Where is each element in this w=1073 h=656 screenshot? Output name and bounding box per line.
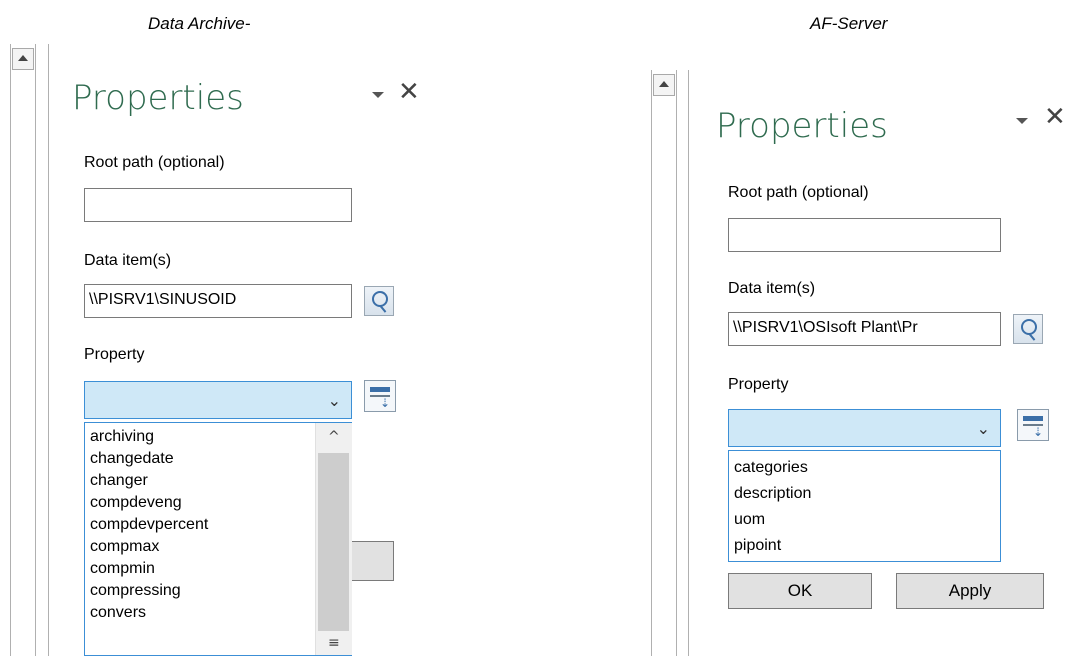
pane-border [48,44,49,656]
gutter-border [676,70,677,656]
close-icon[interactable]: ✕ [398,79,420,105]
property-dropdown-list[interactable]: categories description uom pipoint [728,450,1001,562]
left-properties-pane: Properties ✕ Root path (optional) Data i… [0,0,460,656]
pane-title: Properties [72,78,244,118]
gutter-border [35,44,36,656]
list-item[interactable]: pipoint [734,536,781,556]
list-item[interactable]: changer [90,471,148,491]
data-items-label: Data item(s) [84,252,172,269]
list-item[interactable]: compressing [90,581,181,601]
dropdown-pin-icon[interactable] [372,92,384,98]
pane-title: Properties [716,106,888,146]
list-item[interactable]: compdeveng [90,493,182,513]
list-item[interactable]: compdevpercent [90,515,208,535]
list-item[interactable]: changedate [90,449,174,469]
scroll-up-icon[interactable] [12,48,34,70]
add-to-list-icon[interactable]: ⇣ [1017,409,1049,441]
scroll-up-icon[interactable] [653,74,675,96]
scrollbar-thumb[interactable] [318,453,349,631]
list-item[interactable]: compmax [90,537,159,557]
list-item[interactable]: categories [734,458,808,478]
scroll-up-icon[interactable]: ^ [328,429,340,445]
list-item[interactable]: archiving [90,427,154,447]
hidden-button-edge [350,541,394,581]
data-items-input[interactable]: \\PISRV1\SINUSOID [84,284,352,318]
search-icon[interactable] [1013,314,1043,344]
list-item[interactable]: uom [734,510,765,530]
right-properties-pane: Properties ✕ Root path (optional) Data i… [640,0,1073,656]
close-icon[interactable]: ✕ [1044,104,1066,130]
property-dropdown-list[interactable]: archiving changedate changer compdeveng … [84,422,352,656]
search-icon[interactable] [364,286,394,316]
property-combo[interactable]: ⌄ [84,381,352,419]
list-item[interactable]: description [734,484,811,504]
dropdown-scrollbar[interactable]: ^ ≡ [315,423,352,655]
gutter-border [651,70,652,656]
ok-button[interactable]: OK [728,573,872,609]
list-item[interactable]: convers [90,603,146,623]
data-items-input[interactable]: \\PISRV1\OSIsoft Plant\Pr [728,312,1001,346]
dropdown-pin-icon[interactable] [1016,118,1028,124]
chevron-down-icon: ⌄ [976,419,990,438]
data-items-label: Data item(s) [728,280,816,297]
property-label: Property [728,376,789,393]
property-combo[interactable]: ⌄ [728,409,1001,447]
root-path-input[interactable] [84,188,352,222]
root-path-label: Root path (optional) [728,184,869,201]
chevron-down-icon: ⌄ [327,391,341,410]
root-path-label: Root path (optional) [84,154,225,171]
grip-icon: ≡ [328,635,340,651]
list-item[interactable]: compmin [90,559,155,579]
root-path-input[interactable] [728,218,1001,252]
apply-button[interactable]: Apply [896,573,1044,609]
pane-border [688,70,689,656]
property-label: Property [84,346,145,363]
gutter-border [10,44,11,656]
add-to-list-icon[interactable]: ⇣ [364,380,396,412]
